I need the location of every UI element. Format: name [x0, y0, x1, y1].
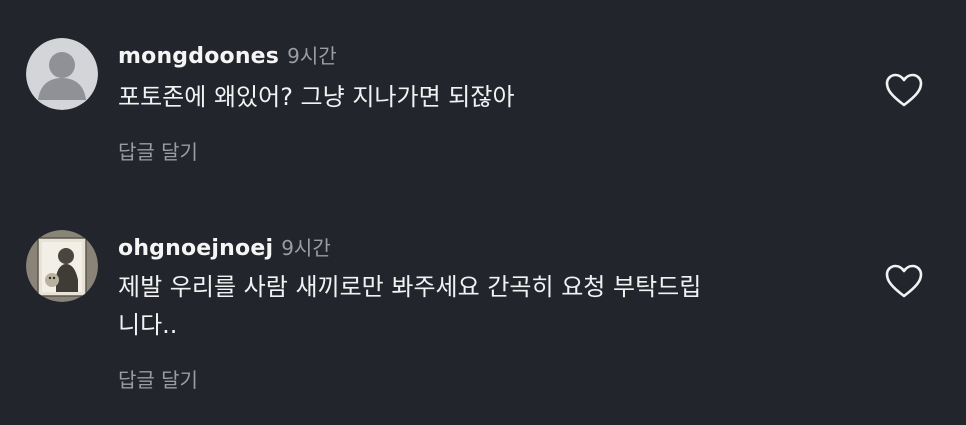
username[interactable]: mongdoones — [118, 44, 279, 69]
timestamp: 9시간 — [281, 236, 331, 260]
like-button[interactable] — [884, 72, 924, 108]
heart-outline-icon — [885, 73, 923, 107]
comment-text: 제발 우리를 사람 새끼로만 봐주세요 간곡히 요청 부탁드립 니다.. — [118, 273, 702, 339]
heart-outline-icon — [885, 264, 923, 298]
avatar[interactable] — [26, 38, 98, 110]
reply-button[interactable]: 답글 달기 — [118, 364, 198, 393]
reply-button[interactable]: 답글 달기 — [118, 136, 198, 165]
sketch-portrait-avatar-icon — [26, 230, 98, 302]
comment-text: 포토존에 왜있어? 그냥 지나가면 되잖아 — [118, 83, 515, 111]
timestamp: 9시간 — [287, 44, 337, 68]
username[interactable]: ohgnoejnoej — [118, 236, 273, 261]
avatar[interactable] — [26, 230, 98, 302]
like-button[interactable] — [884, 263, 924, 299]
default-avatar-icon — [26, 38, 98, 110]
